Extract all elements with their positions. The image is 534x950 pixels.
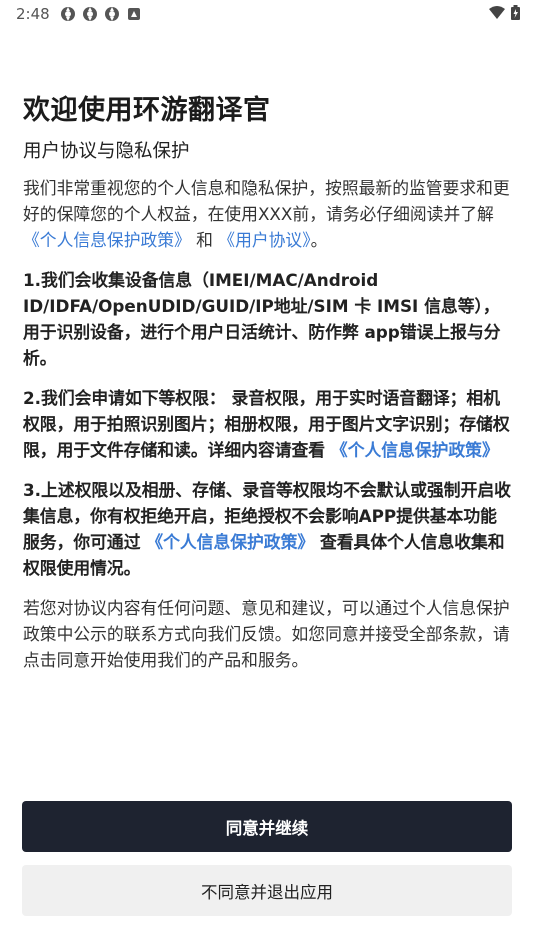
page-subtitle: 用户协议与隐私保护 xyxy=(23,141,190,162)
permissions-clause: 2.我们会申请如下等权限： 录音权限，用于实时语音翻译；相机权限，用于拍照识别图… xyxy=(23,385,513,463)
privacy-policy-link[interactable]: 《个人信息保护政策》 xyxy=(331,440,499,460)
consent-clause: 3.上述权限以及相册、存储、录音等权限均不会默认或强制开启收集信息，你有权拒绝开… xyxy=(23,477,513,581)
feedback-paragraph: 若您对协议内容有任何问题、意见和建议，可以通过个人信息保护政策中公示的联系方式向… xyxy=(23,598,510,670)
disagree-exit-button[interactable]: 不同意并退出应用 xyxy=(22,865,512,916)
notification-icons xyxy=(60,6,142,22)
sync-icon xyxy=(83,7,97,21)
app-notification-icon xyxy=(128,8,140,20)
privacy-policy-link[interactable]: 《个人信息保护政策》 xyxy=(23,230,191,250)
status-time: 2:48 xyxy=(16,5,50,23)
status-bar: 2:48 xyxy=(0,0,534,28)
agreement-content: 欢迎使用环游翻译官 用户协议与隐私保护 我们非常重视您的个人信息和隐私保护，按照… xyxy=(23,88,513,687)
agree-continue-button[interactable]: 同意并继续 xyxy=(22,801,512,852)
page-title: 欢迎使用环游翻译官 xyxy=(23,95,271,126)
battery-icon xyxy=(511,5,520,20)
sync-icon xyxy=(61,7,75,21)
intro-text: 我们非常重视您的个人信息和隐私保护，按照最新的监管要求和更好的保障您的个人权益，… xyxy=(23,178,510,224)
privacy-policy-link[interactable]: 《个人信息保护政策》 xyxy=(146,532,314,552)
intro-text: 。 xyxy=(310,230,328,250)
user-agreement-link[interactable]: 《用户协议》 xyxy=(218,230,310,250)
intro-text: 和 xyxy=(190,230,219,250)
device-info-clause: 1.我们会收集设备信息（IMEI/MAC/Android ID/IDFA/Ope… xyxy=(23,270,501,368)
intro-paragraph: 我们非常重视您的个人信息和隐私保护，按照最新的监管要求和更好的保障您的个人权益，… xyxy=(23,175,513,253)
wifi-icon xyxy=(489,5,505,19)
system-icons xyxy=(489,5,520,20)
sync-icon xyxy=(105,7,119,21)
